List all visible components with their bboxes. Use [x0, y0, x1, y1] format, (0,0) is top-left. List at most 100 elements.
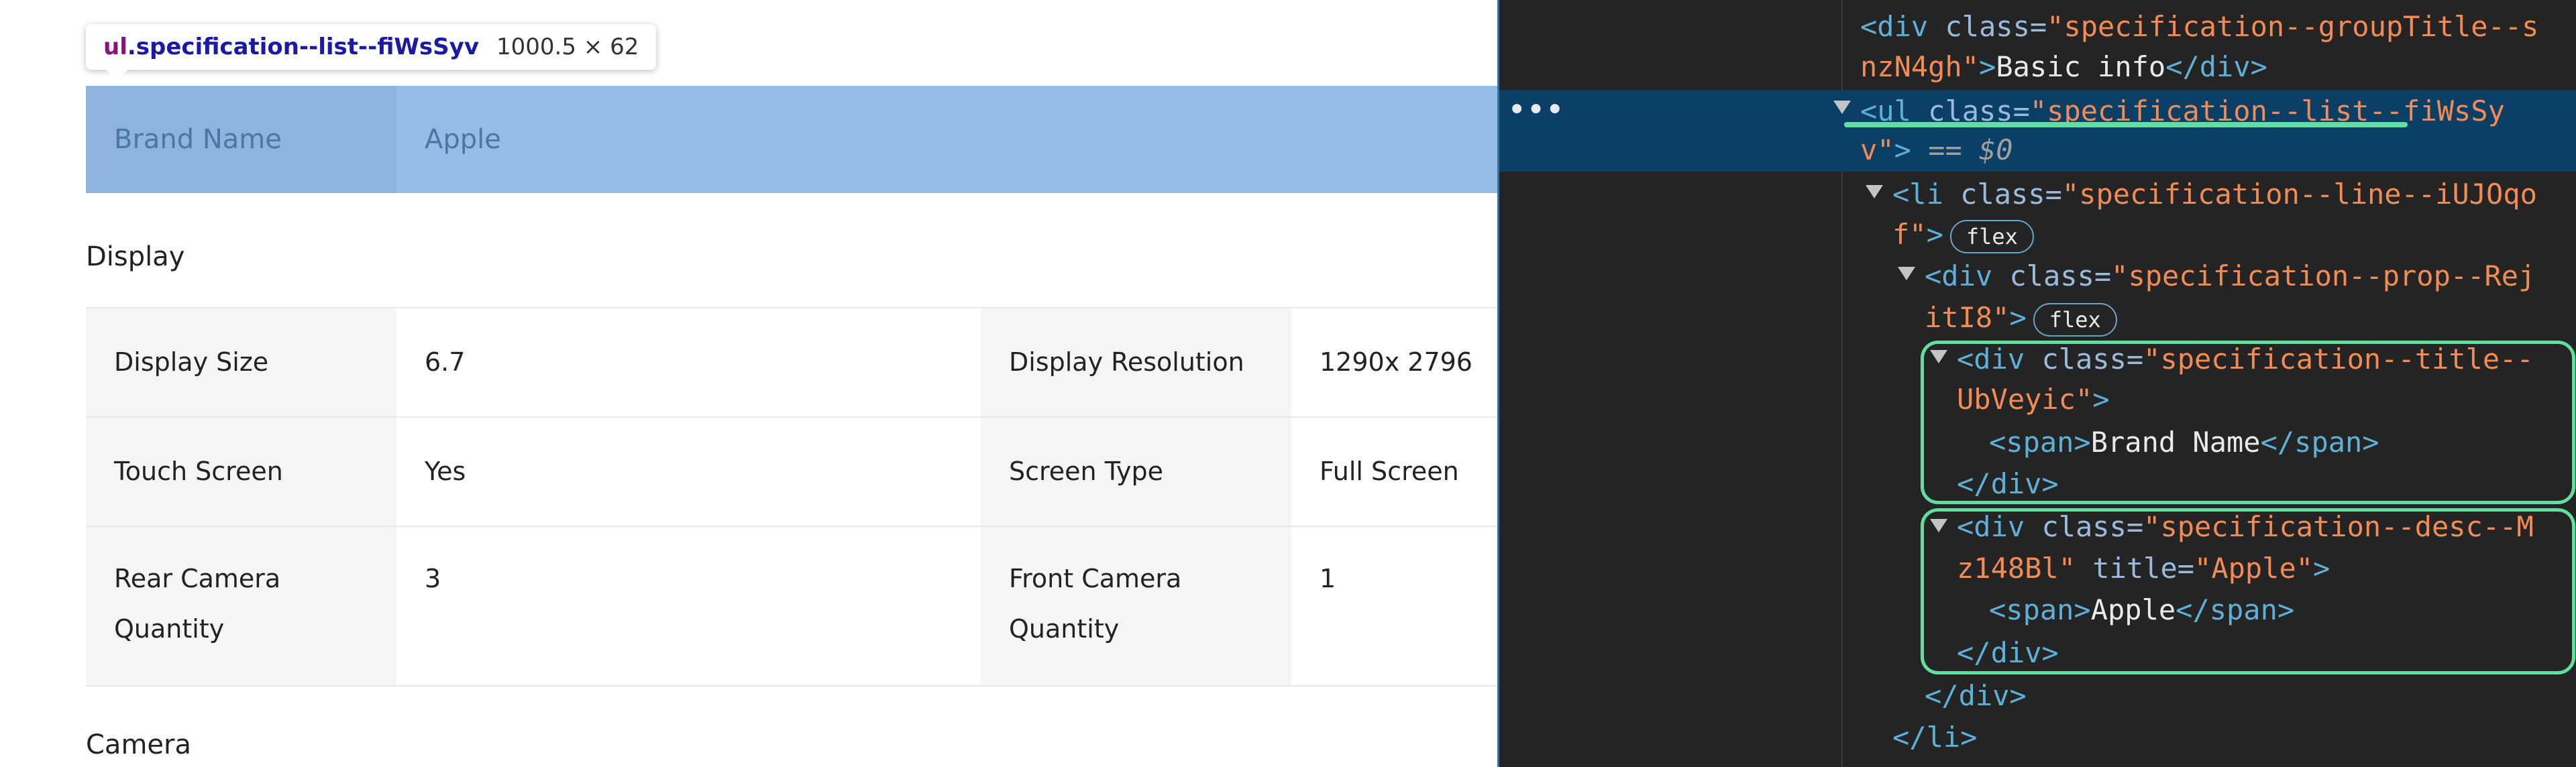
spec-desc-cell: Full Screen	[1291, 418, 1497, 526]
attr-value: v"	[1860, 133, 1894, 166]
tag-open: <div	[1957, 343, 2042, 375]
tag-close: >	[1979, 50, 1996, 83]
dom-line-group-title-cont[interactable]: nzN4gh">Basic info</div>	[1860, 47, 2267, 87]
flex-badge[interactable]: flex	[1949, 219, 2034, 253]
display-resolution-label: Display Resolution	[1009, 347, 1244, 377]
dom-line-title-div[interactable]: <div class="specification--title--	[1957, 339, 2534, 379]
touch-screen-label: Touch Screen	[114, 457, 283, 486]
attr-value: "Apple"	[2194, 552, 2314, 585]
dom-line-prop-end[interactable]: </div>	[1925, 676, 2027, 716]
group-title-camera: Camera	[86, 729, 191, 760]
tag-close: >	[2313, 552, 2330, 585]
tooltip-class: .specification--list--fiWsSyv	[127, 34, 479, 60]
tag-close: </span>	[2176, 593, 2295, 626]
attr-value: z148Bl"	[1957, 552, 2076, 585]
tag-open: <div	[1925, 259, 2010, 292]
product-spec-page: Brand Name Apple ul.specification--list-…	[0, 0, 1497, 767]
dom-line-desc-div[interactable]: <div class="specification--desc--M	[1957, 507, 2534, 547]
display-spec-table: Display Size 6.7 Display Resolution 1290…	[86, 307, 1497, 687]
attr-name: class=	[1960, 178, 2062, 211]
tag-open: <li	[1892, 178, 1961, 211]
touch-screen-value: Yes	[425, 457, 466, 486]
devtools-elements-panel[interactable]: ••• <div class="specification--groupTitl…	[1497, 0, 2576, 767]
attr-value: "specification--groupTitle--s	[2047, 10, 2539, 43]
attr-name: class=	[2009, 259, 2112, 292]
dom-line-title-end[interactable]: </div>	[1957, 464, 2059, 504]
spec-title-cell: Touch Screen	[86, 418, 396, 526]
expand-triangle-icon[interactable]	[1930, 519, 1947, 532]
basic-info-list-highlighted[interactable]: Brand Name Apple	[86, 86, 1497, 193]
tag-close: >	[2092, 383, 2110, 416]
front-camera-value: 1	[1320, 564, 1336, 593]
text-node: Apple	[2090, 593, 2176, 626]
spec-title-cell: Screen Type	[981, 418, 1291, 526]
tag-open: <div	[1860, 10, 1945, 43]
rear-camera-label-line1: Rear Camera	[114, 564, 281, 593]
dom-line-li-end[interactable]: </li>	[1892, 717, 1977, 758]
group-title-display: Display	[86, 241, 185, 272]
node-actions-ellipsis-icon[interactable]: •••	[1507, 91, 1564, 129]
console-ref: == $0	[1911, 133, 2013, 166]
tag-open: <span>	[1989, 593, 2091, 626]
dom-line-desc-span[interactable]: <span>Apple</span>	[1989, 590, 2294, 630]
attr-value: "specification--title--	[2143, 343, 2534, 375]
display-size-label: Display Size	[114, 347, 269, 377]
attr-value: "specification--line--iUJOqo	[2061, 178, 2537, 211]
tag-end: </div>	[1925, 679, 2027, 712]
display-size-value: 6.7	[425, 347, 466, 377]
expand-triangle-icon[interactable]	[1866, 185, 1883, 198]
dom-line-desc-div-cont[interactable]: z148Bl" title="Apple">	[1957, 548, 2330, 589]
dom-line-prop[interactable]: <div class="specification--prop--Rej	[1925, 256, 2535, 296]
spec-desc-cell: 6.7	[396, 308, 1065, 416]
spec-row: Display Size 6.7 Display Resolution 1290…	[86, 308, 1497, 418]
tag-open: <span>	[1989, 426, 2091, 459]
attr-value: nzN4gh"	[1860, 50, 1980, 83]
attr-value: UbVeyic"	[1957, 383, 2093, 416]
attr-name: title=	[2076, 552, 2195, 585]
spec-desc-cell: Yes	[396, 418, 1065, 526]
spec-title-cell: Front Camera Quantity	[981, 527, 1291, 685]
front-camera-label-line2: Quantity	[1009, 614, 1120, 644]
dom-line-desc-end[interactable]: </div>	[1957, 633, 2059, 673]
tag-end: </div>	[1957, 636, 2059, 669]
expand-triangle-icon[interactable]	[1898, 267, 1915, 280]
dom-line-group-title[interactable]: <div class="specification--groupTitle--s	[1860, 7, 2538, 47]
dom-line-li-cont[interactable]: f"> flex	[1892, 215, 2034, 255]
tag-close: </span>	[2260, 426, 2379, 459]
brand-name-value: Apple	[425, 124, 501, 155]
dom-line-title-span[interactable]: <span>Brand Name</span>	[1989, 422, 2379, 463]
spec-desc-cell: 1	[1291, 527, 1497, 685]
expand-triangle-icon[interactable]	[1930, 350, 1947, 363]
spec-row: Touch Screen Yes Screen Type Full Screen	[86, 418, 1497, 527]
front-camera-label-line1: Front Camera	[1009, 564, 1182, 593]
dom-line-li[interactable]: <li class="specification--line--iUJOqo	[1892, 174, 2537, 215]
screen-type-label: Screen Type	[1009, 457, 1164, 486]
spec-title-cell: Rear Camera Quantity	[86, 527, 396, 685]
tag-close: >	[1926, 218, 1943, 251]
tooltip-dimensions: 1000.5 × 62	[496, 34, 639, 60]
screen-type-value: Full Screen	[1320, 457, 1459, 486]
tag-open: <div	[1957, 510, 2042, 543]
flex-badge[interactable]: flex	[2033, 302, 2117, 337]
rear-camera-value: 3	[425, 564, 441, 593]
tag-end: </div>	[2165, 50, 2267, 83]
attr-value: f"	[1892, 218, 1927, 251]
text-node: Brand Name	[2090, 426, 2261, 459]
tag-end: </li>	[1892, 721, 1978, 754]
tooltip-arrow	[106, 70, 127, 80]
dom-line-ul-cont[interactable]: v"> == $0	[1860, 130, 2013, 170]
expand-triangle-icon[interactable]	[1833, 101, 1851, 114]
attr-value: itI8"	[1925, 301, 2010, 334]
tag-close: >	[1894, 133, 1911, 166]
dom-line-title-div-cont[interactable]: UbVeyic">	[1957, 379, 2110, 420]
spec-desc-cell: 1290x 2796	[1291, 308, 1497, 416]
tag-end: </div>	[1957, 467, 2059, 500]
spec-title-cell: Display Resolution	[981, 308, 1291, 416]
spec-row: Rear Camera Quantity 3 Front Camera Quan…	[86, 527, 1497, 687]
dom-line-prop-cont[interactable]: itI8"> flex	[1925, 298, 2117, 338]
rear-camera-label-line2: Quantity	[114, 614, 225, 644]
display-resolution-value: 1290x 2796	[1320, 347, 1472, 377]
tooltip-tag: ul	[103, 34, 127, 60]
attr-value: "specification--prop--Rej	[2111, 259, 2536, 292]
text-node: Basic info	[1996, 50, 2166, 83]
